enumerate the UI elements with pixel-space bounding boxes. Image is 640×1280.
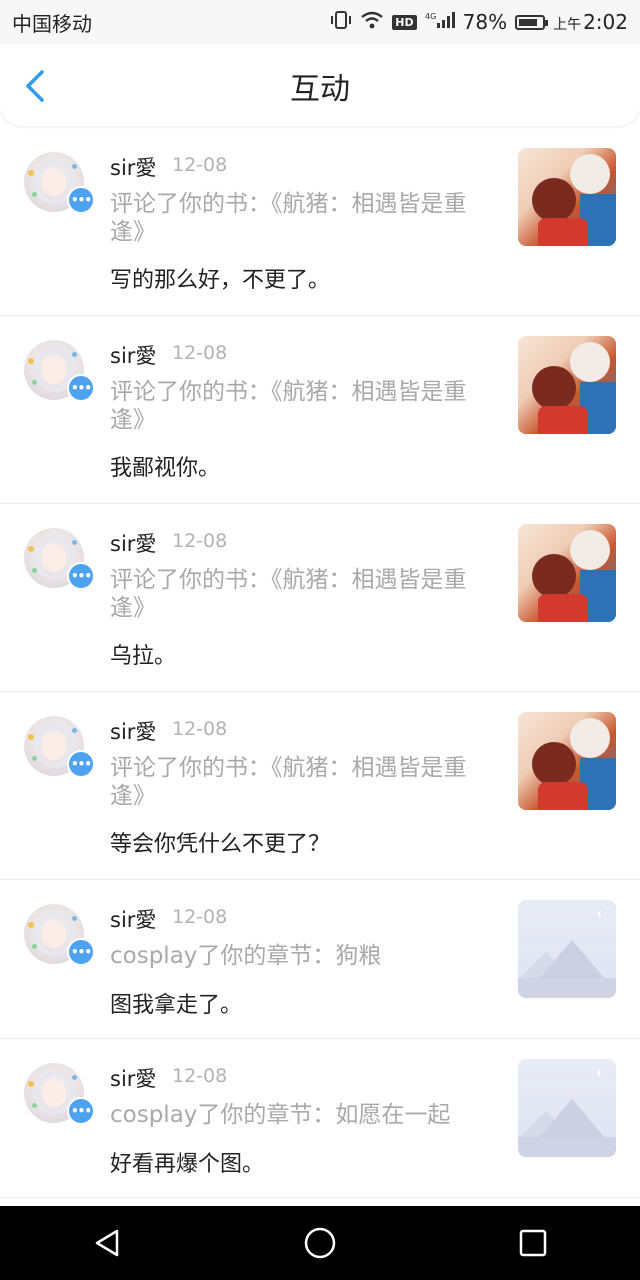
avatar[interactable]: ••• [24, 528, 96, 600]
notification-item[interactable]: ••• sir愛 12-08 评论了你的书：《航猪：相遇皆是重逢》 写的那么好，… [0, 128, 640, 316]
comment-text: 写的那么好，不更了。 [110, 268, 331, 293]
notification-date: 12-08 [172, 342, 228, 364]
placeholder-image-thumbnail[interactable] [518, 900, 616, 998]
comment-badge-icon: ••• [67, 938, 95, 966]
circle-home-icon [304, 1227, 336, 1259]
book-cover-thumbnail[interactable] [518, 524, 616, 622]
comment-text: 图我拿走了。 [110, 993, 243, 1018]
notification-item[interactable]: ••• sir愛 12-08 评论了你的书：《航猪：相遇皆是重逢》 乌拉。 [0, 504, 640, 692]
square-recents-icon [520, 1229, 547, 1257]
comment-badge-icon: ••• [67, 562, 95, 590]
user-name[interactable]: sir愛 [110, 1063, 156, 1093]
nav-recents-button[interactable] [513, 1223, 553, 1263]
notification-item[interactable]: ••• sir愛 12-08 评论了你的书：《航猪：相遇皆是重逢》 我鄙视你。 [0, 316, 640, 504]
comment-text: 乌拉。 [110, 644, 177, 669]
avatar[interactable]: ••• [24, 1063, 96, 1135]
comment-text: 我鄙视你。 [110, 456, 221, 481]
notification-action: 评论了你的书：《航猪：相遇皆是重逢》 [110, 755, 467, 809]
notification-item[interactable]: ••• sir愛 12-08 cosplay了你的章节：如愿在一起 好看再爆个图… [0, 1039, 640, 1198]
user-name[interactable]: sir愛 [110, 528, 156, 558]
system-nav-bar [0, 1206, 640, 1280]
notification-item[interactable]: ••• sir愛 12-08 cosplay了你的章节：狗粮 图我拿走了。 [0, 880, 640, 1039]
comment-text: 好看再爆个图。 [110, 1152, 265, 1177]
user-name[interactable]: sir愛 [110, 904, 156, 934]
notification-action: cosplay了你的章节：如愿在一起 [110, 1102, 451, 1128]
book-cover-thumbnail[interactable] [518, 712, 616, 810]
comment-badge-icon: ••• [67, 374, 95, 402]
user-name[interactable]: sir愛 [110, 716, 156, 746]
user-name[interactable]: sir愛 [110, 340, 156, 370]
comment-text: 等会你凭什么不更了？ [110, 832, 331, 857]
avatar[interactable]: ••• [24, 340, 96, 412]
triangle-back-icon [95, 1229, 118, 1257]
notification-action: 评论了你的书：《航猪：相遇皆是重逢》 [110, 567, 467, 621]
book-cover-thumbnail[interactable] [518, 336, 616, 434]
notification-date: 12-08 [172, 154, 228, 176]
book-cover-thumbnail[interactable] [518, 148, 616, 246]
nav-back-button[interactable] [87, 1223, 127, 1263]
nav-home-button[interactable] [300, 1223, 340, 1263]
notification-date: 12-08 [172, 1065, 228, 1087]
notification-action: 评论了你的书：《航猪：相遇皆是重逢》 [110, 379, 467, 433]
comment-badge-icon: ••• [67, 186, 95, 214]
notification-action: cosplay了你的章节：狗粮 [110, 943, 382, 969]
avatar[interactable]: ••• [24, 904, 96, 976]
notification-item[interactable]: ••• sir愛 12-08 评论了你的书：《航猪：相遇皆是重逢》 等会你凭什么… [0, 692, 640, 880]
comment-badge-icon: ••• [67, 750, 95, 778]
notification-action: 评论了你的书：《航猪：相遇皆是重逢》 [110, 191, 467, 245]
placeholder-image-thumbnail[interactable] [518, 1059, 616, 1157]
user-name[interactable]: sir愛 [110, 152, 156, 182]
avatar[interactable]: ••• [24, 152, 96, 224]
notification-date: 12-08 [172, 718, 228, 740]
notification-date: 12-08 [172, 530, 228, 552]
notification-list: ••• sir愛 12-08 评论了你的书：《航猪：相遇皆是重逢》 写的那么好，… [0, 128, 640, 1198]
app-header: 互动 [0, 44, 640, 126]
comment-badge-icon: ••• [67, 1097, 95, 1125]
avatar[interactable]: ••• [24, 716, 96, 788]
notification-date: 12-08 [172, 906, 228, 928]
